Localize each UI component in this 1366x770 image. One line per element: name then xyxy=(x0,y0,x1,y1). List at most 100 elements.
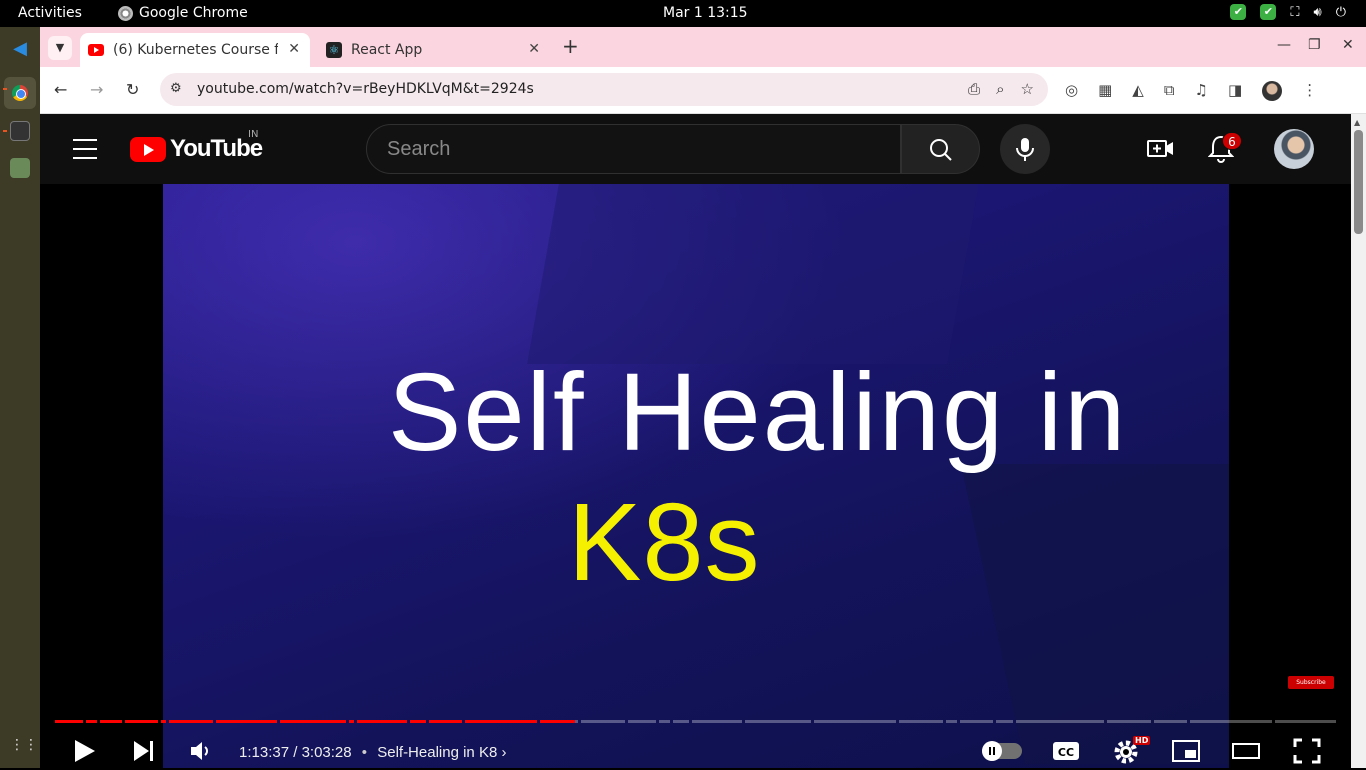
menu-kebab-icon[interactable]: ⋮ xyxy=(1302,81,1317,101)
extension-icon[interactable]: ◎ xyxy=(1065,81,1078,101)
site-info-icon[interactable]: ⚙ xyxy=(170,81,182,96)
progress-chapter-segment[interactable] xyxy=(160,720,166,723)
create-video-button[interactable] xyxy=(1146,136,1176,166)
account-avatar[interactable] xyxy=(1274,129,1314,169)
system-tray[interactable]: ✔ ✔ ⛶ 🔊︎ ⏻ xyxy=(1230,4,1346,20)
search-box[interactable] xyxy=(366,124,901,174)
video-player[interactable]: Self Healing in K8s Subscribe 1:13:37 / … xyxy=(40,184,1351,768)
close-tab-icon[interactable]: ✕ xyxy=(528,41,540,57)
voice-search-button[interactable] xyxy=(1000,124,1050,174)
search-button[interactable] xyxy=(901,124,980,174)
clock[interactable]: Mar 1 13:15 xyxy=(663,5,748,21)
tab-search-button[interactable]: ▼ xyxy=(48,36,72,60)
activities-button[interactable]: Activities xyxy=(18,5,82,21)
trash-icon[interactable] xyxy=(10,158,30,178)
progress-chapter-segment[interactable] xyxy=(658,720,670,723)
chevron-right-icon[interactable]: › xyxy=(501,744,506,761)
hamburger-menu-icon[interactable] xyxy=(73,139,97,166)
progress-chapter-segment[interactable] xyxy=(672,720,690,723)
restore-icon[interactable]: ❐ xyxy=(1308,37,1321,53)
progress-chapter-segment[interactable] xyxy=(692,720,742,723)
install-app-icon[interactable]: ⎙ xyxy=(968,80,980,98)
progress-chapter-segment[interactable] xyxy=(1189,720,1273,723)
progress-chapter-segment[interactable] xyxy=(169,720,214,723)
media-controls-icon[interactable]: ♫ xyxy=(1195,81,1208,101)
profile-avatar[interactable] xyxy=(1262,81,1283,101)
progress-chapter-segment[interactable] xyxy=(1275,720,1336,723)
scroll-up-icon[interactable]: ▲ xyxy=(1354,118,1360,127)
vscode-icon[interactable]: ◀ xyxy=(10,39,30,59)
address-bar[interactable]: ⚙ youtube.com/watch?v=rBeyHDKLVqM&t=2924… xyxy=(160,73,1048,106)
progress-chapter-segment[interactable] xyxy=(1153,720,1187,723)
progress-chapter-segment[interactable] xyxy=(1015,720,1104,723)
progress-chapter-segment[interactable] xyxy=(279,720,346,723)
progress-played-fill xyxy=(279,720,346,723)
tab-react-app[interactable]: ⚛ React App ✕ xyxy=(318,33,550,67)
zoom-icon[interactable]: ⌕ xyxy=(996,80,1004,98)
autoplay-toggle[interactable] xyxy=(982,741,1022,761)
mute-button[interactable] xyxy=(188,738,212,768)
side-panel-icon[interactable]: ◨ xyxy=(1228,81,1242,101)
progress-chapter-segment[interactable] xyxy=(996,720,1013,723)
new-tab-button[interactable]: + xyxy=(562,36,579,56)
video-frame[interactable]: Self Healing in K8s xyxy=(163,184,1229,768)
progress-chapter-segment[interactable] xyxy=(357,720,407,723)
progress-chapter-segment[interactable] xyxy=(946,720,958,723)
progress-bar[interactable] xyxy=(55,720,1336,723)
progress-chapter-segment[interactable] xyxy=(465,720,537,723)
scrollbar-thumb[interactable] xyxy=(1354,130,1363,234)
chapter-title[interactable]: Self-Healing in K8 xyxy=(377,744,497,761)
progress-chapter-segment[interactable] xyxy=(99,720,122,723)
bookmark-star-icon[interactable]: ☆ xyxy=(1021,80,1034,98)
progress-chapter-segment[interactable] xyxy=(813,720,897,723)
progress-chapter-segment[interactable] xyxy=(539,720,579,723)
progress-chapter-segment[interactable] xyxy=(409,720,427,723)
network-icon[interactable]: ⛶ xyxy=(1290,5,1299,20)
captions-button[interactable]: CC xyxy=(1051,738,1081,768)
reload-icon[interactable]: ↻ xyxy=(126,80,139,99)
progress-chapter-segment[interactable] xyxy=(581,720,626,723)
theater-mode-button[interactable] xyxy=(1231,738,1261,768)
update-icon[interactable]: ✔ xyxy=(1230,4,1247,20)
notification-badge: 6 xyxy=(1222,132,1242,150)
app-menu[interactable]: Google Chrome xyxy=(118,5,248,21)
extension-icon[interactable]: ◭ xyxy=(1132,81,1144,101)
progress-chapter-segment[interactable] xyxy=(124,720,158,723)
subscribe-watermark[interactable]: Subscribe xyxy=(1288,676,1334,689)
progress-chapter-segment[interactable] xyxy=(960,720,994,723)
search-input[interactable] xyxy=(367,125,900,173)
progress-chapter-segment[interactable] xyxy=(628,720,656,723)
time-separator: / xyxy=(293,744,298,761)
progress-chapter-segment[interactable] xyxy=(744,720,811,723)
fullscreen-button[interactable] xyxy=(1293,738,1321,768)
minimize-icon[interactable]: — xyxy=(1277,37,1291,53)
show-apps-icon[interactable]: ⋮⋮ xyxy=(10,737,38,757)
slide-background-shape xyxy=(961,464,1229,764)
close-window-icon[interactable]: ✕ xyxy=(1342,37,1354,53)
progress-chapter-segment[interactable] xyxy=(55,720,83,723)
youtube-logo[interactable]: YouTube IN xyxy=(130,129,263,163)
progress-chapter-segment[interactable] xyxy=(899,720,944,723)
power-icon[interactable]: ⏻ xyxy=(1336,5,1346,20)
back-icon[interactable]: ← xyxy=(54,80,67,99)
miniplayer-button[interactable] xyxy=(1171,738,1201,768)
close-tab-icon[interactable]: ✕ xyxy=(288,41,300,57)
tab-youtube[interactable]: (6) Kubernetes Course fo ✕ xyxy=(80,33,310,67)
shield-icon[interactable]: ✔ xyxy=(1260,4,1277,20)
extensions-puzzle-icon[interactable]: ⧉ xyxy=(1164,81,1175,101)
url-text[interactable]: youtube.com/watch?v=rBeyHDKLVqM&t=2924s xyxy=(197,81,534,97)
chrome-dock-icon[interactable] xyxy=(4,77,36,109)
play-button[interactable] xyxy=(73,738,97,768)
progress-chapter-segment[interactable] xyxy=(1106,720,1151,723)
progress-chapter-segment[interactable] xyxy=(85,720,97,723)
forward-icon[interactable]: → xyxy=(90,80,103,99)
terminal-icon[interactable] xyxy=(10,121,30,141)
next-button[interactable] xyxy=(132,738,156,768)
progress-chapter-segment[interactable] xyxy=(216,720,277,723)
extension-icon[interactable]: ▦ xyxy=(1098,81,1112,101)
progress-chapter-segment[interactable] xyxy=(348,720,355,723)
progress-chapter-segment[interactable] xyxy=(429,720,463,723)
volume-icon[interactable]: 🔊︎ xyxy=(1314,5,1322,20)
page-scrollbar[interactable]: ▲ xyxy=(1351,114,1366,768)
microphone-icon xyxy=(1016,138,1034,161)
